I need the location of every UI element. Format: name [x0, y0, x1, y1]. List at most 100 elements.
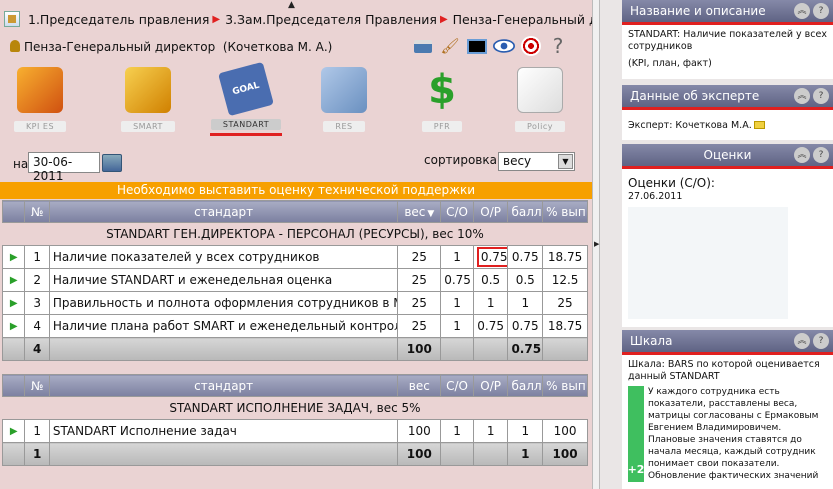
panel-scale: Шкала ︽? Шкала: BARS по которой оценивает… — [622, 330, 833, 489]
panel-title: Название и описание — [630, 4, 766, 18]
help-icon[interactable]: ? — [813, 3, 829, 19]
panel-title: Оценки — [703, 148, 752, 162]
breadcrumb-item-1[interactable]: 1.Председатель правления — [28, 12, 209, 27]
module-res[interactable]: RES — [312, 64, 376, 136]
eye-icon[interactable] — [493, 35, 515, 57]
home-icon[interactable] — [4, 11, 20, 27]
col-pct: % вып. — [542, 374, 588, 397]
printer-icon[interactable] — [412, 35, 434, 57]
alert-banner: Необходимо выставить оценку технической … — [0, 182, 592, 199]
col-op: О/Р — [472, 374, 509, 397]
total-blank — [48, 337, 399, 361]
panel-header: Шкала ︽? — [622, 330, 833, 352]
row-name[interactable]: Наличие плана работ SMART и еженедельный… — [48, 314, 399, 338]
breadcrumb-item-3[interactable]: Пенза-Генеральный директор — [453, 12, 592, 27]
module-kpi[interactable]: KPI ES — [8, 64, 72, 136]
sort-select[interactable]: весу ▼ — [498, 152, 575, 171]
scale-level: +2 У каждого сотрудника есть показатели,… — [628, 386, 827, 482]
total-weight: 100 — [397, 337, 442, 361]
breadcrumb-item-2[interactable]: 3.Зам.Председателя Правления — [225, 12, 437, 27]
row-score: 1 — [507, 291, 544, 315]
monitor-icon[interactable] — [466, 35, 488, 57]
total-blank — [440, 337, 474, 361]
user-icon — [10, 40, 20, 52]
play-icon[interactable]: ▶ — [1, 245, 26, 269]
row-name[interactable]: Правильность и полнота оформления сотруд… — [48, 291, 399, 315]
row-so: 1 — [440, 291, 474, 315]
table-row[interactable]: ▶ 1 STANDART Исполнение задач 100 1 1 1 … — [1, 419, 588, 443]
row-score: 0.5 — [507, 268, 544, 292]
row-op[interactable]: 0.75 — [472, 314, 509, 338]
pane-splitter[interactable]: ▶ — [592, 0, 600, 489]
play-icon[interactable]: ▶ — [1, 268, 26, 292]
row-so: 1 — [440, 419, 474, 443]
collapse-icon[interactable]: ︽ — [794, 3, 810, 19]
row-name[interactable]: STANDART Исполнение задач — [48, 419, 399, 443]
row-name[interactable]: Наличие показателей у всех сотрудников — [48, 245, 399, 269]
row-op[interactable]: 1 — [472, 291, 509, 315]
table-row[interactable]: ▶ 3 Правильность и полнота оформления со… — [1, 291, 588, 315]
standart-goal-icon: GOAL — [218, 61, 274, 117]
play-icon[interactable]: ▶ — [1, 314, 26, 338]
panel-body: Шкала: BARS по которой оценивается данны… — [622, 355, 833, 489]
row-so: 1 — [440, 314, 474, 338]
help-icon[interactable]: ? — [547, 34, 569, 58]
help-icon[interactable]: ? — [813, 147, 829, 163]
total-blank — [472, 337, 509, 361]
date-label: на — [13, 157, 29, 171]
module-policy[interactable]: Policy — [508, 64, 572, 136]
sort-down-icon[interactable]: ▼ — [427, 209, 434, 219]
row-op[interactable]: 0.5 — [472, 268, 509, 292]
col-standard: стандарт — [48, 200, 399, 223]
ratings-label: Оценки (С/О): — [628, 176, 715, 190]
module-standart[interactable]: GOAL STANDART — [210, 61, 282, 136]
col-weight[interactable]: вес — [397, 374, 442, 397]
help-icon[interactable]: ? — [813, 333, 829, 349]
total-blank — [542, 337, 588, 361]
module-label: Policy — [514, 121, 565, 132]
chevron-down-icon[interactable]: ▼ — [558, 154, 573, 169]
panel-body: Эксперт: Кочеткова М.А. — [622, 110, 833, 140]
date-input[interactable]: 30-06-2011 — [28, 152, 100, 183]
sort-value: весу — [503, 154, 532, 168]
row-name[interactable]: Наличие STANDART и еженедельная оценка — [48, 268, 399, 292]
expand-right-icon[interactable]: ▶ — [594, 240, 599, 248]
module-pfr[interactable]: $ PFR — [410, 64, 474, 136]
col-score: балл — [507, 374, 544, 397]
resources-icon — [321, 67, 367, 113]
collapse-icon[interactable]: ︽ — [794, 147, 810, 163]
play-icon[interactable]: ▶ — [1, 419, 26, 443]
module-label: PFR — [421, 121, 463, 132]
breadcrumb: 1.Председатель правления ▶ 3.Зам.Председ… — [4, 8, 592, 30]
user-title: Пенза-Генеральный директор (Кочеткова М.… — [10, 40, 332, 54]
table-row[interactable]: ▶ 1 Наличие показателей у всех сотрудник… — [1, 245, 588, 269]
col-weight-label: вес — [404, 204, 426, 219]
user-person: (Кочеткова М. А.) — [222, 40, 333, 54]
mail-icon[interactable] — [753, 121, 765, 129]
target-icon[interactable] — [520, 35, 542, 57]
total-weight: 100 — [397, 442, 442, 466]
table-row[interactable]: ▶ 4 Наличие плана работ SMART и еженедел… — [1, 314, 588, 338]
play-icon[interactable]: ▶ — [1, 291, 26, 315]
total-score: 1 — [507, 442, 544, 466]
active-tab-underline — [210, 133, 282, 136]
collapse-icon[interactable]: ︽ — [794, 88, 810, 104]
total-row: 1 100 1 100 — [1, 442, 588, 466]
total-pct: 100 — [542, 442, 588, 466]
brush-icon[interactable]: 🖌 — [439, 35, 461, 57]
row-op[interactable]: 0.75 — [472, 245, 509, 269]
panel-title: Данные об эксперте — [630, 89, 760, 103]
calendar-icon[interactable] — [102, 154, 122, 172]
module-label: STANDART — [210, 119, 282, 131]
description-text: STANDART: Наличие показателей у всех сот… — [628, 29, 827, 52]
panel-body: STANDART: Наличие показателей у всех сот… — [622, 25, 833, 79]
col-standard: стандарт — [48, 374, 399, 397]
col-weight[interactable]: вес ▼ — [397, 200, 442, 223]
row-score: 0.75 — [507, 314, 544, 338]
row-op-value[interactable]: 0.75 — [476, 247, 507, 267]
module-smart[interactable]: SMART — [116, 64, 180, 136]
table-row[interactable]: ▶ 2 Наличие STANDART и еженедельная оцен… — [1, 268, 588, 292]
help-icon[interactable]: ? — [813, 88, 829, 104]
collapse-icon[interactable]: ︽ — [794, 333, 810, 349]
row-op[interactable]: 1 — [472, 419, 509, 443]
